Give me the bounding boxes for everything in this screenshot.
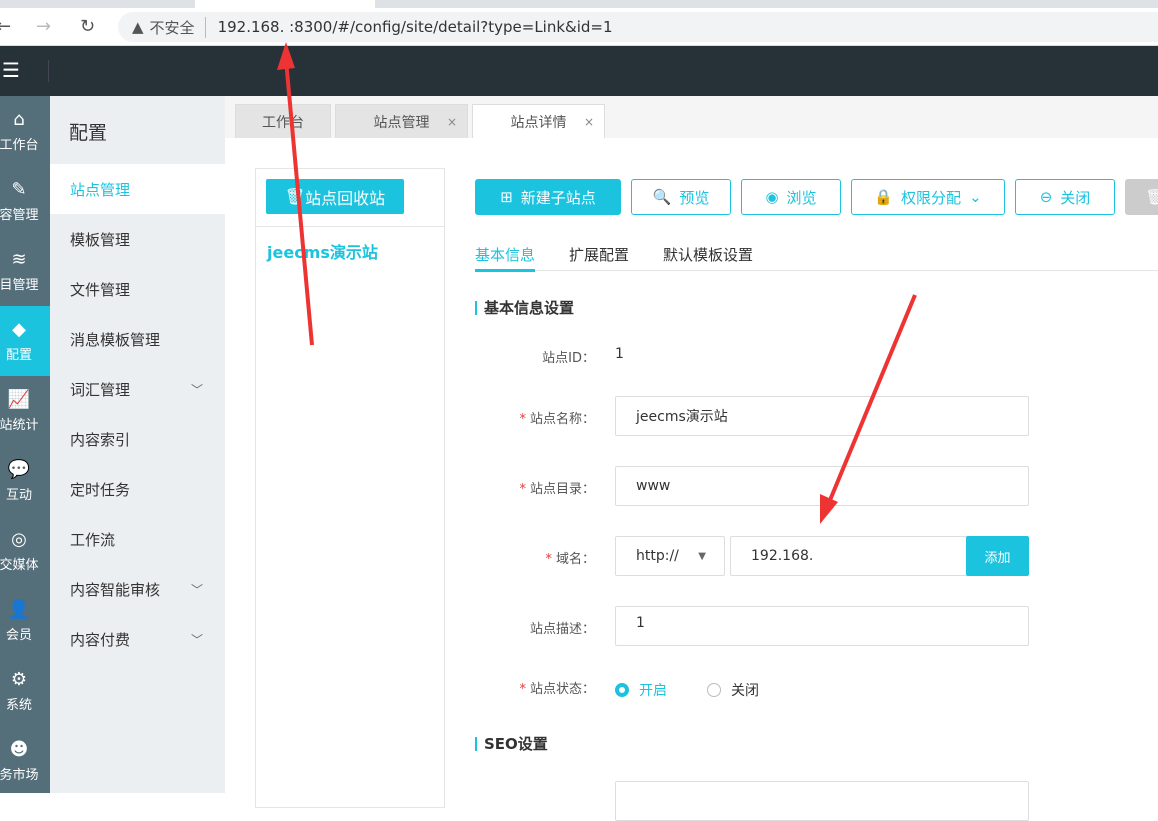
back-icon[interactable]: ← <box>0 16 11 37</box>
site-dir-label: * 站点目录： <box>519 482 595 497</box>
warning-icon: ▲ <box>132 18 144 36</box>
chat-icon: 💬 <box>7 459 31 480</box>
nav-media[interactable]: ◎ 交媒体 <box>0 516 50 586</box>
tab-extended-config[interactable]: 扩展配置 <box>569 244 629 265</box>
status-off-radio[interactable]: 关闭 <box>707 680 759 700</box>
forward-icon[interactable]: → <box>36 16 51 37</box>
site-name-input[interactable]: jeecms演示站 <box>615 396 1029 436</box>
url-input[interactable]: ▲ 不安全 192.168. :8300/#/config/site/detai… <box>118 12 1158 42</box>
nav-home[interactable]: ⌂ 工作台 <box>0 96 50 166</box>
nav-gear[interactable]: ⚙ 系统 <box>0 656 50 726</box>
nav-edit[interactable]: ✎ 容管理 <box>0 166 50 236</box>
cube-icon: ◆ <box>12 319 26 340</box>
submenu-item[interactable]: 定时任务 <box>50 464 225 514</box>
app-header: ☰ <box>0 46 1158 96</box>
submenu-item[interactable]: 模板管理 <box>50 214 225 264</box>
market-icon: ☻ <box>9 739 29 760</box>
hamburger-icon[interactable]: ☰ <box>2 58 20 82</box>
submenu-item[interactable]: 站点管理 <box>50 164 225 214</box>
form-tabs: 基本信息 扩展配置 默认模板设置 <box>475 234 1158 272</box>
close-icon[interactable]: × <box>447 115 457 129</box>
nav-chat[interactable]: 💬 互动 <box>0 446 50 516</box>
domain-label: * 域名： <box>545 552 595 567</box>
status-on-radio[interactable]: 开启 <box>615 680 667 700</box>
submenu-item[interactable]: 工作流 <box>50 514 225 564</box>
insecure-label: 不安全 <box>150 16 206 38</box>
home-icon: ⌂ <box>13 109 25 130</box>
chevron-down-icon: ﹀ <box>190 582 203 597</box>
chevron-down-icon: ﹀ <box>190 382 203 397</box>
add-domain-button[interactable]: 添加 <box>966 536 1029 576</box>
protocol-select[interactable]: http://▼ <box>615 536 725 576</box>
main-area: 工作台 站点管理 × 站点详情 × 🗑 站点回收站 jeecms演示站 ⊞ 新建子站点 … <box>225 96 1158 821</box>
layers-icon: ≋ <box>11 249 27 270</box>
trash-icon: 🗑 <box>1145 188 1158 206</box>
trash-icon: 🗑 <box>284 187 306 206</box>
reload-icon[interactable]: ↻ <box>80 16 95 37</box>
site-tree-item[interactable]: jeecms演示站 <box>267 239 378 263</box>
tab-basic-info[interactable]: 基本信息 <box>475 244 536 272</box>
submenu-item[interactable]: 内容智能审核 ﹀ <box>50 564 225 614</box>
chevron-down-icon: ⌄ <box>969 188 982 206</box>
add-file-icon: ⊞ <box>500 188 513 206</box>
page-tabs: 工作台 站点管理 × 站点详情 × <box>225 96 1158 138</box>
chart-icon: 📈 <box>7 389 31 410</box>
tab-site-management[interactable]: 站点管理 × <box>335 104 468 138</box>
tab-workbench[interactable]: 工作台 <box>235 104 331 138</box>
nav-chart[interactable]: 📈 站统计 <box>0 376 50 446</box>
minus-circle-icon: ⊖ <box>1039 188 1053 206</box>
nav-market[interactable]: ☻ 务市场 <box>0 726 50 796</box>
nav-layers[interactable]: ≋ 目管理 <box>0 236 50 306</box>
section-title: 基本信息设置 <box>475 301 574 316</box>
submenu-item[interactable]: 消息模板管理 <box>50 314 225 364</box>
site-dir-input[interactable]: www <box>615 466 1029 506</box>
submenu-item[interactable]: 内容索引 <box>50 414 225 464</box>
close-site-button[interactable]: ⊖ 关闭 <box>1015 179 1115 215</box>
media-icon: ◎ <box>11 529 27 550</box>
lock-icon: 🔒 <box>874 188 894 206</box>
preview-button[interactable]: 🔍 预览 <box>631 179 731 215</box>
seo-section-title: SEO设置 <box>475 737 548 752</box>
submenu-item[interactable]: 词汇管理 ﹀ <box>50 364 225 414</box>
browse-button[interactable]: ◉ 浏览 <box>741 179 841 215</box>
site-id-value: 1 <box>615 346 624 362</box>
permission-button[interactable]: 🔒 权限分配 ⌄ <box>851 179 1005 215</box>
new-subsite-button[interactable]: ⊞ 新建子站点 <box>475 179 621 215</box>
status-label: * 站点状态： <box>519 682 595 697</box>
caret-down-icon: ▼ <box>698 550 706 562</box>
site-tree-panel: 🗑 站点回收站 jeecms演示站 <box>255 168 445 808</box>
gear-icon: ⚙ <box>10 669 28 690</box>
icon-sidebar: ⌂ 工作台 ✎ 容管理 ≋ 目管理 ◆ 配置 📈 站统计 💬 互动 ◎ 交媒体 👤 会员 ⚙ 系统 ☻ 务市场 <box>0 96 50 793</box>
browser-tabstrip <box>0 0 1158 8</box>
edit-icon: ✎ <box>11 179 27 200</box>
tab-site-detail[interactable]: 站点详情 × <box>472 104 605 138</box>
nav-cube[interactable]: ◆ 配置 <box>0 306 50 376</box>
user-icon: 👤 <box>7 599 31 620</box>
site-id-label: 站点ID： <box>542 351 595 366</box>
recycle-bin-button[interactable]: 🗑 站点回收站 <box>266 179 404 214</box>
tab-default-template[interactable]: 默认模板设置 <box>663 244 753 265</box>
delete-button[interactable]: 🗑 <box>1125 179 1158 215</box>
address-bar-row: ← → ↻ ▲ 不安全 192.168. :8300/#/config/site… <box>0 8 1158 46</box>
submenu-title: 配置 <box>69 122 108 144</box>
nav-user[interactable]: 👤 会员 <box>0 586 50 656</box>
chevron-down-icon: ﹀ <box>190 632 203 647</box>
url-text: 192.168. :8300/#/config/site/detail?type… <box>217 18 613 36</box>
preview-icon: 🔍 <box>652 188 672 206</box>
submenu-item[interactable]: 内容付费 ﹀ <box>50 614 225 664</box>
site-name-label: * 站点名称： <box>519 412 595 427</box>
sub-sidebar: 配置 站点管理 模板管理 文件管理 消息模板管理 词汇管理 ﹀ 内容索引 定时任务 工作流 内容智… <box>50 96 225 793</box>
seo-input[interactable] <box>615 781 1029 821</box>
eye-icon: ◉ <box>765 188 779 206</box>
desc-label: 站点描述： <box>529 622 595 637</box>
domain-input[interactable]: 192.168. <box>730 536 967 576</box>
desc-textarea[interactable]: 1 <box>615 606 1029 646</box>
close-icon[interactable]: × <box>584 115 594 129</box>
submenu-item[interactable]: 文件管理 <box>50 264 225 314</box>
